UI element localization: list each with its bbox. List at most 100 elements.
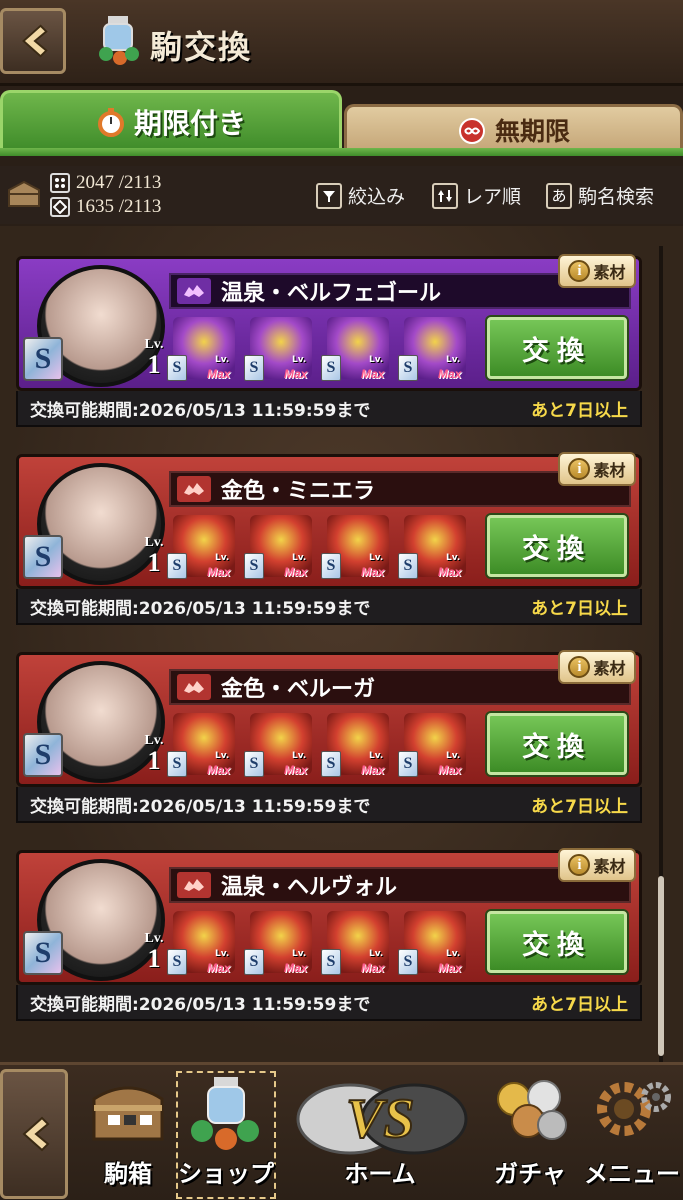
rank-badge: S [23,535,63,579]
card-body: S Lv. 1 温泉・ヘルヴォル S Lv. Max S Lv. Max S Lv. Max S L… [16,850,642,985]
stopwatch-icon [96,107,126,137]
exchange-card: S Lv. 1 金色・ミニエラ S Lv. Max S Lv. Max S Lv. Max S Lv… [16,452,642,629]
material-info-badge[interactable]: i 素材 [558,254,636,288]
tab-limited[interactable]: 期限付き [0,90,342,150]
card-body: S Lv. 1 温泉・ベルフェゴール S Lv. Max S Lv. Max S Lv. Max… [16,256,642,391]
material-max-label: Max [284,763,308,777]
material-max-label: Max [207,565,231,579]
material-item[interactable]: S Lv. Max [167,515,237,585]
material-item[interactable]: S Lv. Max [321,515,391,585]
dragon-type-icon [177,674,211,700]
material-level-label: Lv. [369,553,384,563]
name-search-button[interactable]: あ 駒名検索 [546,182,654,209]
material-max-label: Max [438,961,462,975]
material-item[interactable]: S Lv. Max [244,911,314,981]
nav-box-label: 駒箱 [104,1160,152,1188]
nav-menu[interactable]: メニュー [582,1069,682,1199]
sort-button[interactable]: レア順 [432,182,521,209]
nav-menu-label: メニュー [584,1160,680,1188]
exchange-period: 交換可能期間:2026/05/13 11:59:59まで [30,796,371,817]
exchange-button[interactable]: 交換 [487,911,627,973]
exchange-button[interactable]: 交換 [487,515,627,577]
material-badge-label: 素材 [593,461,626,480]
nav-home[interactable]: VS ホーム [282,1069,478,1199]
material-item[interactable]: S Lv. Max [244,515,314,585]
material-rank-badge: S [321,949,341,975]
material-item[interactable]: S Lv. Max [321,911,391,981]
material-item[interactable]: S Lv. Max [398,713,468,783]
coins-icon [497,1080,567,1140]
material-badge-label: 素材 [593,659,626,678]
exchange-card: S Lv. 1 金色・ベルーガ S Lv. Max S Lv. Max S Lv. Max S Lv… [16,650,642,827]
material-item[interactable]: S Lv. Max [167,317,237,387]
material-level-label: Lv. [446,355,461,365]
material-max-label: Max [284,961,308,975]
material-level-label: Lv. [215,949,230,959]
material-rank-badge: S [321,751,341,777]
material-max-label: Max [438,367,462,381]
material-rank-badge: S [244,355,264,381]
card-footer: 交換可能期間:2026/05/13 11:59:59まで あと7日以上 [16,787,642,823]
material-max-label: Max [361,367,385,381]
back-button[interactable] [0,8,66,74]
material-max-label: Max [438,763,462,777]
exchange-button[interactable]: 交換 [487,713,627,775]
level-value: 1 [147,548,161,577]
funnel-icon [316,182,342,209]
resource-filter-bar: 2047 /2113 1635 /2113 絞込み レア順 あ 駒名検索 [0,166,683,224]
shop-bottle-icon [191,1077,259,1150]
exchange-list[interactable]: S Lv. 1 温泉・ベルフェゴール S Lv. Max S Lv. Max S Lv. Max… [0,226,683,1066]
nav-box[interactable]: 駒箱 [80,1069,176,1199]
tab-limited-label: 期限付き [133,106,246,140]
material-info-badge[interactable]: i 素材 [558,452,636,486]
material-max-label: Max [207,961,231,975]
material-rank-badge: S [167,355,187,381]
level-box: Lv. 1 [139,535,169,579]
material-item[interactable]: S Lv. Max [321,713,391,783]
material-item[interactable]: S Lv. Max [167,911,237,981]
character-name: 温泉・ベルフェゴール [221,281,442,306]
exchange-card: S Lv. 1 温泉・ベルフェゴール S Lv. Max S Lv. Max S Lv. Max… [16,254,642,431]
material-item[interactable]: S Lv. Max [244,713,314,783]
tab-unlimited[interactable]: 無期限 [344,104,683,152]
material-info-badge[interactable]: i 素材 [558,848,636,882]
exchange-card: S Lv. 1 温泉・ヘルヴォル S Lv. Max S Lv. Max S Lv. Max S L… [16,848,642,1025]
diamond-count-icon [50,197,70,217]
chest-icon [8,180,40,207]
material-info-badge[interactable]: i 素材 [558,650,636,684]
treasure-chest-icon [92,1086,164,1141]
filter-button[interactable]: 絞込み [316,182,405,209]
material-level-label: Lv. [369,949,384,959]
material-level-label: Lv. [446,751,461,761]
character-name: 金色・ミニエラ [221,479,376,504]
tab-underline [0,148,683,156]
material-max-label: Max [207,367,231,381]
nav-back-button[interactable] [0,1069,68,1199]
exchange-button[interactable]: 交換 [487,317,627,379]
material-item[interactable]: S Lv. Max [244,317,314,387]
hiragana-a-icon: あ [546,182,572,209]
material-max-label: Max [284,367,308,381]
gear-icon [597,1082,671,1136]
nav-shop[interactable]: ショップ [176,1069,276,1199]
dragon-type-icon [177,476,211,502]
sort-arrows-icon [432,182,458,209]
page-title: 駒交換 [150,28,253,66]
character-name: 温泉・ヘルヴォル [221,875,398,900]
remaining-time: あと7日以上 [531,400,628,421]
card-footer: 交換可能期間:2026/05/13 11:59:59まで あと7日以上 [16,391,642,427]
material-item[interactable]: S Lv. Max [321,317,391,387]
nav-gacha[interactable]: ガチャ [482,1069,578,1199]
material-item[interactable]: S Lv. Max [398,911,468,981]
material-item[interactable]: S Lv. Max [167,713,237,783]
material-rank-badge: S [167,553,187,579]
level-box: Lv. 1 [139,733,169,777]
material-level-label: Lv. [215,553,230,563]
material-list: S Lv. Max S Lv. Max S Lv. Max S Lv. Max [167,911,491,981]
scrollbar-thumb[interactable] [658,876,664,1056]
material-level-label: Lv. [446,949,461,959]
level-value: 1 [147,746,161,775]
info-icon: i [568,854,591,876]
material-item[interactable]: S Lv. Max [398,515,468,585]
material-item[interactable]: S Lv. Max [398,317,468,387]
